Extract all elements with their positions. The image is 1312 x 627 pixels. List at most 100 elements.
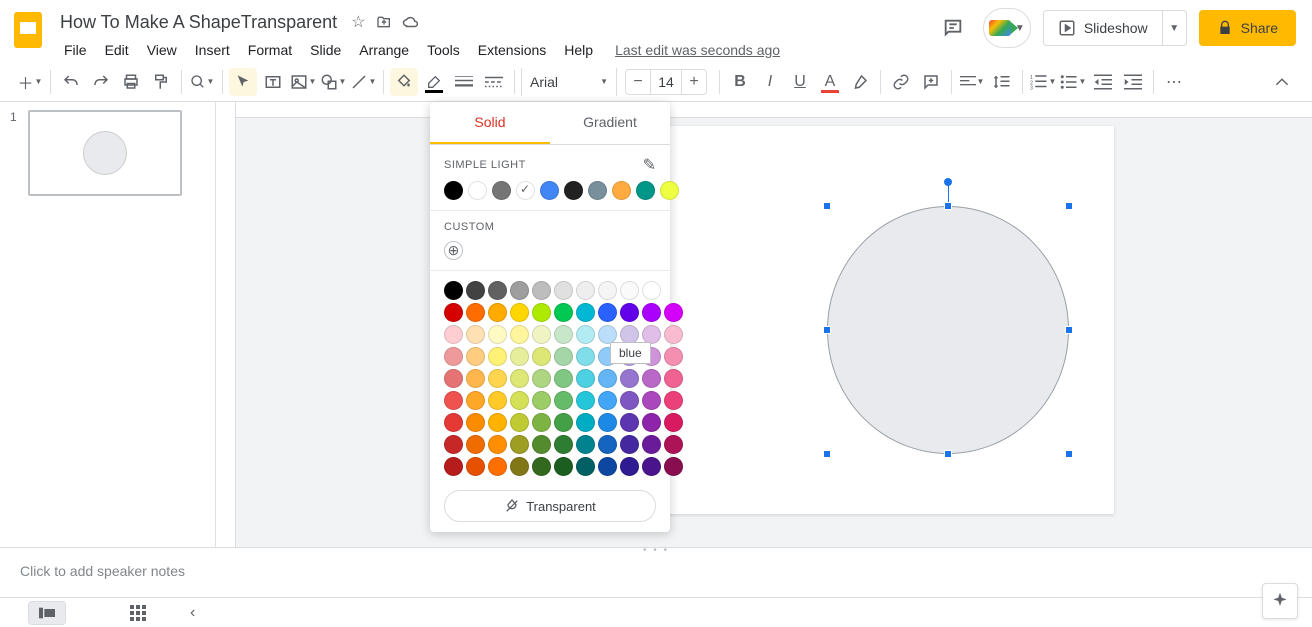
theme-color-swatch[interactable] <box>444 181 463 200</box>
theme-color-swatch[interactable] <box>588 181 607 200</box>
resize-handle[interactable] <box>944 202 952 210</box>
comments-icon[interactable] <box>935 10 971 46</box>
color-swatch[interactable] <box>642 391 661 410</box>
theme-color-swatch[interactable] <box>540 181 559 200</box>
color-swatch[interactable] <box>532 391 551 410</box>
add-custom-color[interactable]: ⊕ <box>444 241 463 260</box>
color-swatch[interactable] <box>620 369 639 388</box>
menu-insert[interactable]: Insert <box>187 38 238 62</box>
numbered-list-button[interactable]: 123▼ <box>1029 68 1057 96</box>
theme-color-swatch[interactable] <box>564 181 583 200</box>
color-swatch[interactable] <box>510 281 529 300</box>
resize-handle[interactable] <box>1065 202 1073 210</box>
color-swatch[interactable] <box>510 369 529 388</box>
new-slide-button[interactable]: ＋▼ <box>16 68 44 96</box>
color-swatch[interactable] <box>510 391 529 410</box>
color-swatch[interactable] <box>554 347 573 366</box>
color-swatch[interactable] <box>444 413 463 432</box>
resize-handle[interactable] <box>1065 326 1073 334</box>
color-swatch[interactable] <box>598 369 617 388</box>
menu-format[interactable]: Format <box>240 38 300 62</box>
color-swatch[interactable] <box>488 281 507 300</box>
menu-extensions[interactable]: Extensions <box>470 38 554 62</box>
color-swatch[interactable] <box>620 457 639 476</box>
select-tool[interactable] <box>229 68 257 96</box>
color-swatch[interactable] <box>554 435 573 454</box>
color-swatch[interactable] <box>576 325 595 344</box>
color-swatch[interactable] <box>466 391 485 410</box>
color-swatch[interactable] <box>620 281 639 300</box>
color-swatch[interactable] <box>598 413 617 432</box>
line-tool[interactable]: ▼ <box>349 68 377 96</box>
cloud-status-icon[interactable] <box>402 15 420 29</box>
color-swatch[interactable] <box>598 391 617 410</box>
menu-file[interactable]: File <box>56 38 95 62</box>
menu-slide[interactable]: Slide <box>302 38 349 62</box>
color-swatch[interactable] <box>466 369 485 388</box>
color-swatch[interactable] <box>532 347 551 366</box>
resize-handle[interactable] <box>1065 450 1073 458</box>
shape-tool[interactable]: ▼ <box>319 68 347 96</box>
tab-gradient[interactable]: Gradient <box>550 102 670 144</box>
color-swatch[interactable] <box>466 325 485 344</box>
more-tools-button[interactable]: ⋯ <box>1160 68 1188 96</box>
menu-help[interactable]: Help <box>556 38 601 62</box>
highlight-button[interactable] <box>846 68 874 96</box>
color-swatch[interactable] <box>488 457 507 476</box>
color-swatch[interactable] <box>510 413 529 432</box>
image-tool[interactable]: ▼ <box>289 68 317 96</box>
color-swatch[interactable] <box>532 457 551 476</box>
text-color-button[interactable]: A <box>816 68 844 96</box>
font-select[interactable]: Arial▼ <box>521 68 617 96</box>
theme-color-swatch[interactable] <box>636 181 655 200</box>
explore-button[interactable] <box>1262 583 1298 619</box>
color-swatch[interactable] <box>664 391 683 410</box>
color-swatch[interactable] <box>576 435 595 454</box>
color-swatch[interactable] <box>554 457 573 476</box>
slideshow-dropdown[interactable]: ▼ <box>1162 11 1186 45</box>
align-button[interactable]: ▼ <box>958 68 986 96</box>
color-swatch[interactable] <box>444 347 463 366</box>
font-size-value[interactable]: 14 <box>650 70 682 94</box>
rotate-handle[interactable] <box>944 178 952 186</box>
menu-view[interactable]: View <box>139 38 185 62</box>
color-swatch[interactable] <box>532 369 551 388</box>
underline-button[interactable]: U <box>786 68 814 96</box>
color-swatch[interactable] <box>664 369 683 388</box>
edit-theme-icon[interactable]: ✎ <box>643 155 656 175</box>
color-swatch[interactable] <box>642 281 661 300</box>
color-swatch[interactable] <box>466 281 485 300</box>
color-swatch[interactable] <box>444 435 463 454</box>
menu-tools[interactable]: Tools <box>419 38 468 62</box>
move-icon[interactable] <box>376 14 392 30</box>
italic-button[interactable]: I <box>756 68 784 96</box>
color-swatch[interactable] <box>444 325 463 344</box>
color-swatch[interactable] <box>444 281 463 300</box>
color-swatch[interactable] <box>620 303 639 322</box>
color-swatch[interactable] <box>620 413 639 432</box>
color-swatch[interactable] <box>488 325 507 344</box>
color-swatch[interactable] <box>576 391 595 410</box>
canvas-area[interactable] <box>216 102 1312 547</box>
color-swatch[interactable] <box>664 457 683 476</box>
color-swatch[interactable] <box>532 281 551 300</box>
textbox-tool[interactable] <box>259 68 287 96</box>
color-swatch[interactable] <box>576 303 595 322</box>
line-spacing-button[interactable] <box>988 68 1016 96</box>
paint-format-button[interactable] <box>147 68 175 96</box>
transparent-button[interactable]: Transparent <box>444 490 656 522</box>
undo-button[interactable] <box>57 68 85 96</box>
meet-button[interactable]: ▼ <box>983 8 1031 48</box>
resize-handle[interactable] <box>823 202 831 210</box>
border-dash-button[interactable] <box>480 68 508 96</box>
color-swatch[interactable] <box>466 457 485 476</box>
color-swatch[interactable] <box>510 435 529 454</box>
decrease-indent-button[interactable] <box>1089 68 1117 96</box>
color-swatch[interactable] <box>642 303 661 322</box>
color-swatch[interactable] <box>598 457 617 476</box>
resize-handle[interactable] <box>823 326 831 334</box>
doc-title[interactable]: How To Make A ShapeTransparent <box>56 10 341 35</box>
color-swatch[interactable] <box>510 457 529 476</box>
color-swatch[interactable] <box>598 435 617 454</box>
redo-button[interactable] <box>87 68 115 96</box>
